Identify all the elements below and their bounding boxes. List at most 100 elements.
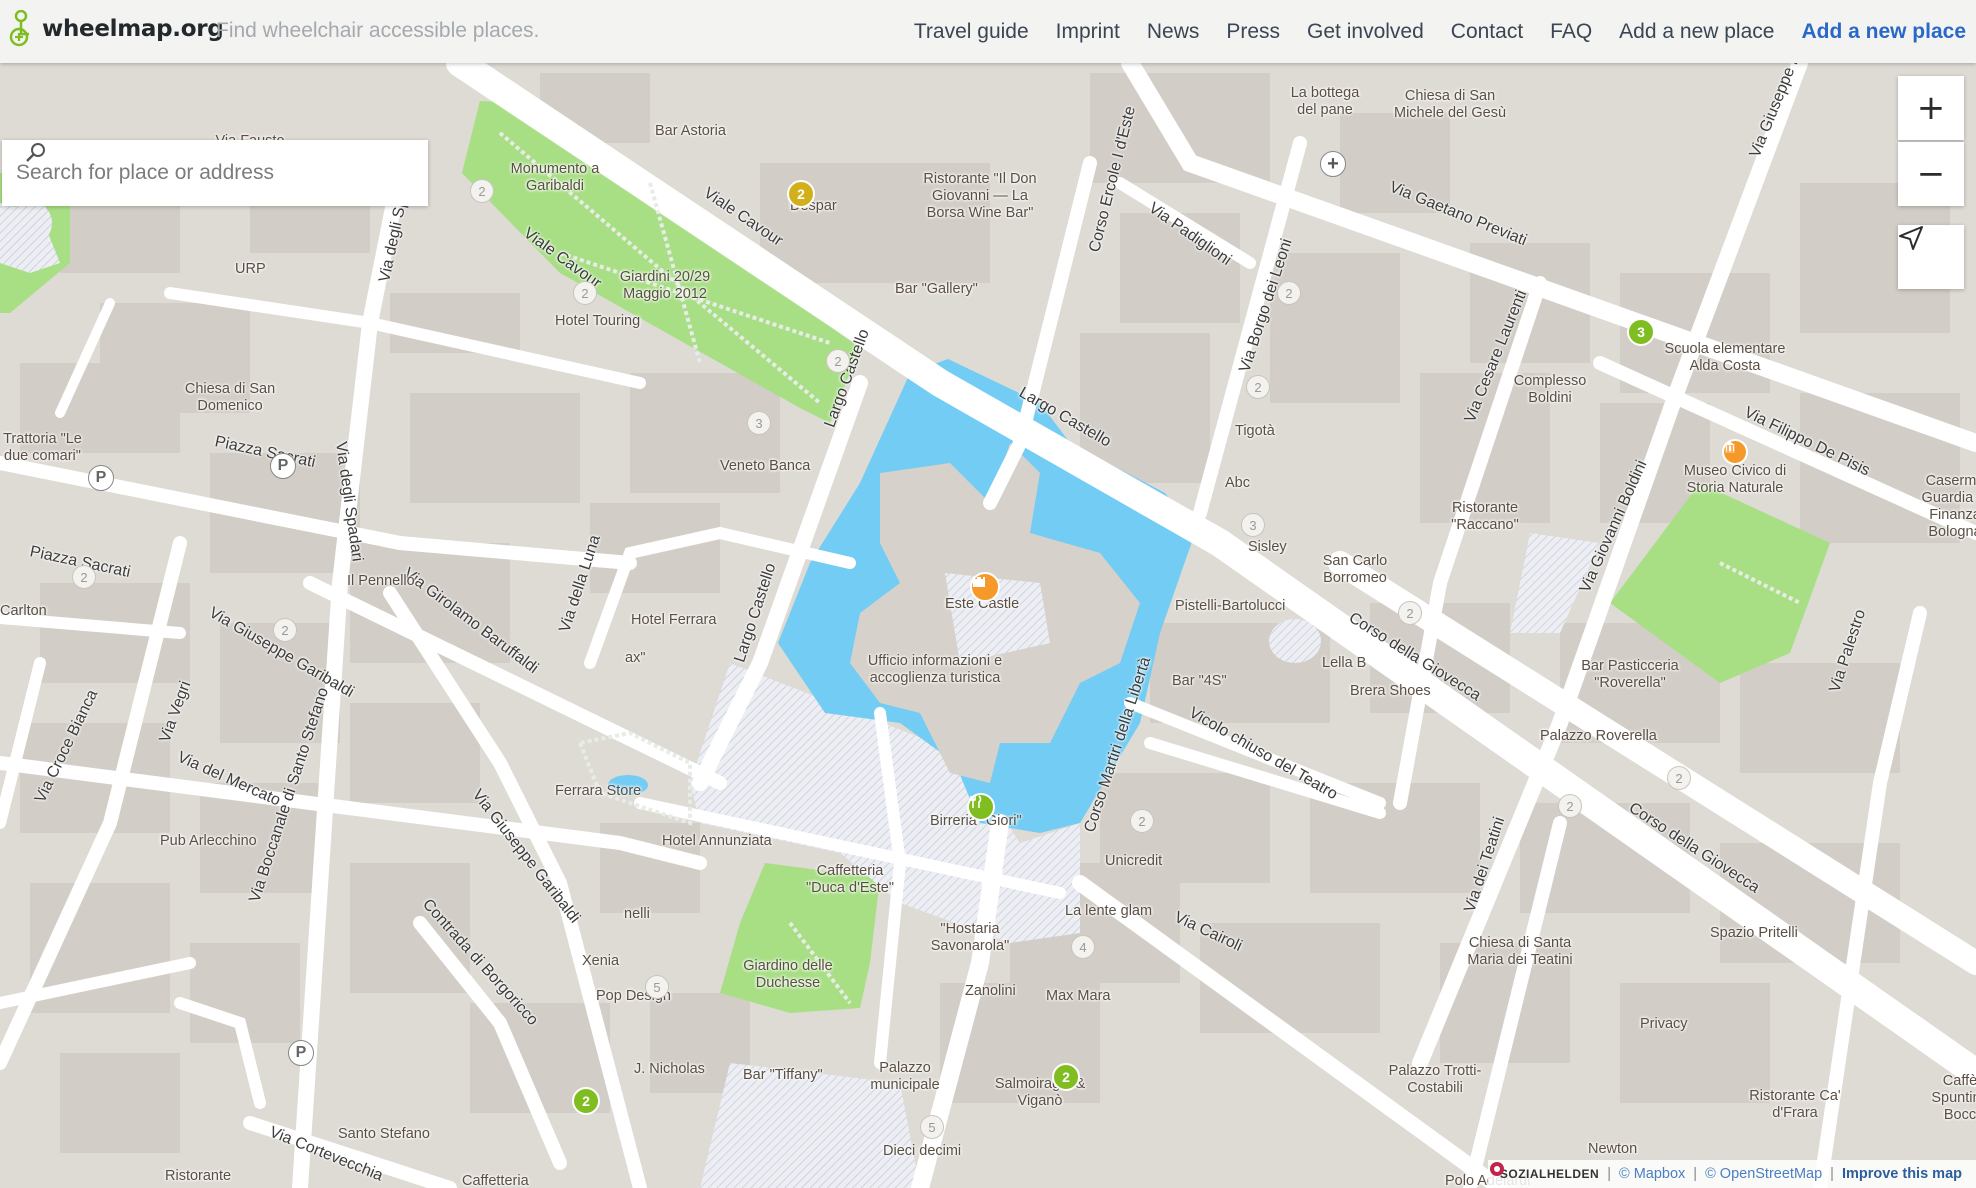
cluster-marker[interactable]: 2 [1558, 794, 1582, 818]
parking-icon[interactable]: P [88, 465, 114, 491]
nav-imprint[interactable]: Imprint [1056, 20, 1120, 44]
cluster-marker[interactable]: 3 [1627, 318, 1655, 346]
place-label[interactable]: Carlton [0, 603, 47, 620]
parking-icon[interactable]: P [288, 1040, 314, 1066]
place-label[interactable]: Il Pennello [347, 573, 415, 590]
cluster-marker[interactable]: 2 [826, 349, 850, 373]
place-label[interactable]: Palazzo Roverella [1540, 728, 1657, 745]
place-label[interactable]: Ristorante Ca' d'Frara [1745, 1088, 1845, 1122]
place-label[interactable]: Ristorante "Il Don Giovanni — La Borsa W… [915, 171, 1045, 222]
place-label[interactable]: Caffetteria "Duca d'Este" [800, 863, 900, 897]
place-label[interactable]: Caffetteria [462, 1173, 529, 1188]
map-canvas[interactable]: + − Viale Cavour Viale Cavour Largo Cast… [0, 63, 1976, 1188]
cluster-marker[interactable]: 3 [747, 411, 771, 435]
parking-icon[interactable]: P [270, 453, 296, 479]
cluster-marker[interactable]: 2 [572, 1087, 600, 1115]
zoom-in-button[interactable]: + [1898, 76, 1964, 140]
nav-get-involved[interactable]: Get involved [1307, 20, 1424, 44]
place-label[interactable]: Pub Arlecchino [160, 833, 257, 850]
cluster-marker[interactable]: 2 [1277, 281, 1301, 305]
search-box[interactable] [2, 140, 428, 206]
place-label[interactable]: Sisley [1248, 539, 1287, 556]
place-label[interactable]: Trattoria "Le due comari" [0, 431, 85, 465]
place-label[interactable]: La lente glam [1065, 903, 1152, 920]
place-label[interactable]: Bar "Gallery" [895, 281, 978, 298]
place-label[interactable]: Museo Civico di Storia Naturale [1680, 463, 1790, 497]
improve-map-link[interactable]: Improve this map [1842, 1166, 1962, 1182]
cluster-marker[interactable]: 2 [470, 179, 494, 203]
place-label[interactable]: Hotel Ferrara [631, 612, 716, 629]
cluster-marker[interactable]: 2 [273, 618, 297, 642]
place-label[interactable]: Hotel Touring [555, 313, 640, 330]
nav-faq[interactable]: FAQ [1550, 20, 1592, 44]
nav-travel-guide[interactable]: Travel guide [914, 20, 1029, 44]
place-label[interactable]: Chiesa di San Michele del Gesù [1390, 88, 1510, 122]
place-label[interactable]: Chiesa di San Domenico [180, 381, 280, 415]
place-label[interactable]: Bar "4S" [1172, 673, 1227, 690]
place-label[interactable]: Bar Pasticceria "Roverella" [1575, 658, 1685, 692]
castle-marker[interactable] [970, 572, 1000, 602]
cluster-marker[interactable]: 2 [1398, 601, 1422, 625]
place-label[interactable]: Lella B [1322, 655, 1366, 672]
place-label[interactable]: Caserma Guardia di Finanza Bologna [1915, 473, 1976, 541]
sozialhelden-link[interactable]: SOZIALHELDEN [1500, 1167, 1599, 1181]
place-label[interactable]: URP [235, 261, 266, 278]
place-label[interactable]: La bottega del pane [1280, 85, 1370, 119]
cluster-marker[interactable]: 5 [920, 1115, 944, 1139]
place-label[interactable]: Santo Stefano [338, 1126, 430, 1143]
place-label[interactable]: Bar Astoria [655, 123, 726, 140]
place-label[interactable]: Ferrara Store [555, 783, 641, 800]
cluster-marker[interactable]: 5 [645, 975, 669, 999]
cluster-marker[interactable]: 2 [573, 281, 597, 305]
place-label[interactable]: Bar "Tiffany" [743, 1067, 823, 1084]
place-label[interactable]: Palazzo municipale [860, 1060, 950, 1094]
place-label[interactable]: San Carlo Borromeo [1315, 553, 1395, 587]
nav-contact[interactable]: Contact [1451, 20, 1523, 44]
place-label[interactable]: Newton [1588, 1141, 1637, 1158]
search-input[interactable] [14, 160, 378, 186]
add-new-place-button[interactable]: Add a new place [1801, 20, 1966, 44]
nav-add-place[interactable]: Add a new place [1619, 20, 1774, 44]
locate-me-button[interactable] [1898, 225, 1964, 289]
place-label[interactable]: Xenia [582, 953, 619, 970]
place-label[interactable]: Zanolini [965, 983, 1016, 1000]
place-label[interactable]: J. Nicholas [634, 1061, 705, 1078]
place-label[interactable]: Abc [1225, 475, 1250, 492]
place-label[interactable]: Chiesa di Santa Maria dei Teatini [1460, 935, 1580, 969]
place-label[interactable]: Privacy [1640, 1016, 1688, 1033]
museum-marker[interactable] [1722, 439, 1748, 465]
place-label[interactable]: Pistelli-Bartolucci [1175, 598, 1285, 615]
place-label[interactable]: Giardini 20/29 Maggio 2012 [615, 269, 715, 303]
place-label[interactable]: Max Mara [1046, 988, 1110, 1005]
logo[interactable]: wheelmap.org [8, 10, 224, 48]
place-label[interactable]: Unicredit [1105, 853, 1162, 870]
place-label[interactable]: ax" [625, 650, 645, 667]
restaurant-marker[interactable] [967, 793, 995, 821]
cluster-marker[interactable]: 2 [1052, 1063, 1080, 1091]
place-label[interactable]: Veneto Banca [720, 458, 810, 475]
cluster-marker[interactable]: 4 [1071, 935, 1095, 959]
cluster-marker[interactable]: 2 [72, 565, 96, 589]
place-label[interactable]: Monumento a Garibaldi [505, 161, 605, 195]
place-label[interactable]: Scuola elementare Alda Costa [1655, 341, 1795, 375]
place-label[interactable]: Hotel Annunziata [662, 833, 772, 850]
pharmacy-icon[interactable]: + [1320, 151, 1346, 177]
place-label[interactable]: nelli [624, 906, 650, 923]
place-label[interactable]: Complesso Boldini [1500, 373, 1600, 407]
place-label[interactable]: Ristorante "Raccano" [1435, 500, 1535, 534]
zoom-out-button[interactable]: − [1898, 142, 1964, 206]
place-label[interactable]: Caffè Spuntino Bocc [1930, 1073, 1976, 1124]
cluster-marker[interactable]: 2 [787, 180, 815, 208]
place-label[interactable]: Brera Shoes [1350, 683, 1431, 700]
place-label[interactable]: Ufficio informazioni e accoglienza turis… [865, 653, 1005, 687]
mapbox-link[interactable]: © Mapbox [1619, 1166, 1685, 1182]
nav-news[interactable]: News [1147, 20, 1200, 44]
openstreetmap-link[interactable]: © OpenStreetMap [1705, 1166, 1822, 1182]
cluster-marker[interactable]: 2 [1246, 375, 1270, 399]
nav-press[interactable]: Press [1226, 20, 1280, 44]
place-label[interactable]: Ristorante [165, 1168, 231, 1185]
place-label[interactable]: Tigotà [1235, 423, 1275, 440]
cluster-marker[interactable]: 2 [1130, 809, 1154, 833]
cluster-marker[interactable]: 3 [1241, 513, 1265, 537]
cluster-marker[interactable]: 2 [1667, 766, 1691, 790]
